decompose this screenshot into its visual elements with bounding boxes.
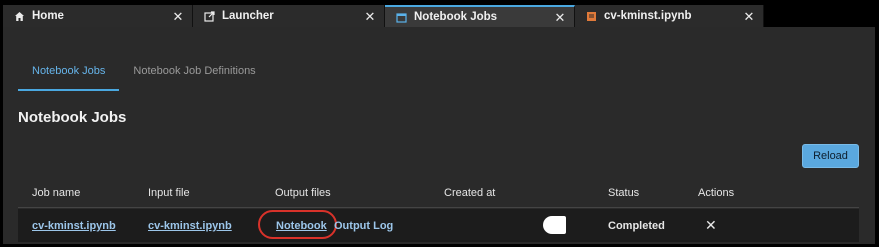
close-icon[interactable]: ✕ xyxy=(743,10,755,23)
tab-notebook-file-label: cv-kminst.ipynb xyxy=(604,10,692,22)
app-window: Home ✕ Launcher ✕ Notebook Jobs ✕ cv-kmi… xyxy=(0,0,879,247)
tab-home-label: Home xyxy=(32,10,64,22)
calendar-icon xyxy=(394,10,408,24)
tab-notebook-file[interactable]: cv-kminst.ipynb ✕ xyxy=(575,5,764,27)
output-notebook-link[interactable]: Notebook xyxy=(276,220,327,232)
column-status[interactable]: Status xyxy=(608,187,639,199)
launch-icon xyxy=(202,9,216,23)
column-actions: Actions xyxy=(698,187,735,199)
tab-launcher-label: Launcher xyxy=(222,10,274,22)
reload-button[interactable]: Reload xyxy=(802,144,859,168)
page-title: Notebook Jobs xyxy=(18,109,127,126)
home-icon xyxy=(12,9,26,23)
column-created-at[interactable]: Created at xyxy=(444,187,495,199)
notebook-icon xyxy=(584,9,598,23)
tab-notebook-jobs[interactable]: Notebook Jobs ✕ xyxy=(385,5,575,27)
input-file-link[interactable]: cv-kminst.ipynb xyxy=(148,220,232,232)
column-output-files: Output files xyxy=(275,187,331,199)
subtab-bar: Notebook Jobs Notebook Job Definitions xyxy=(18,63,270,93)
column-job-name[interactable]: Job name xyxy=(32,187,80,199)
job-name-link[interactable]: cv-kminst.ipynb xyxy=(32,220,116,232)
subtab-job-definitions[interactable]: Notebook Job Definitions xyxy=(119,63,269,91)
tab-notebook-jobs-label: Notebook Jobs xyxy=(414,11,498,23)
table-header: Job name Input file Output files Created… xyxy=(18,180,859,208)
column-input-file[interactable]: Input file xyxy=(148,187,190,199)
notebook-jobs-panel: Notebook Jobs Notebook Job Definitions N… xyxy=(3,27,875,244)
output-log-link[interactable]: Output Log xyxy=(334,220,393,232)
close-icon[interactable]: ✕ xyxy=(554,11,566,24)
close-icon[interactable]: ✕ xyxy=(364,10,376,23)
tab-home[interactable]: Home ✕ xyxy=(3,5,193,27)
created-at-redaction xyxy=(543,216,566,234)
close-icon[interactable]: ✕ xyxy=(172,10,184,23)
table-row: cv-kminst.ipynb cv-kminst.ipynb Notebook… xyxy=(18,209,859,242)
close-icon[interactable]: ✕ xyxy=(705,217,717,234)
subtab-notebook-jobs[interactable]: Notebook Jobs xyxy=(18,63,120,91)
status-value: Completed xyxy=(608,220,665,232)
tab-bar: Home ✕ Launcher ✕ Notebook Jobs ✕ cv-kmi… xyxy=(3,5,764,27)
tab-launcher[interactable]: Launcher ✕ xyxy=(193,5,385,27)
